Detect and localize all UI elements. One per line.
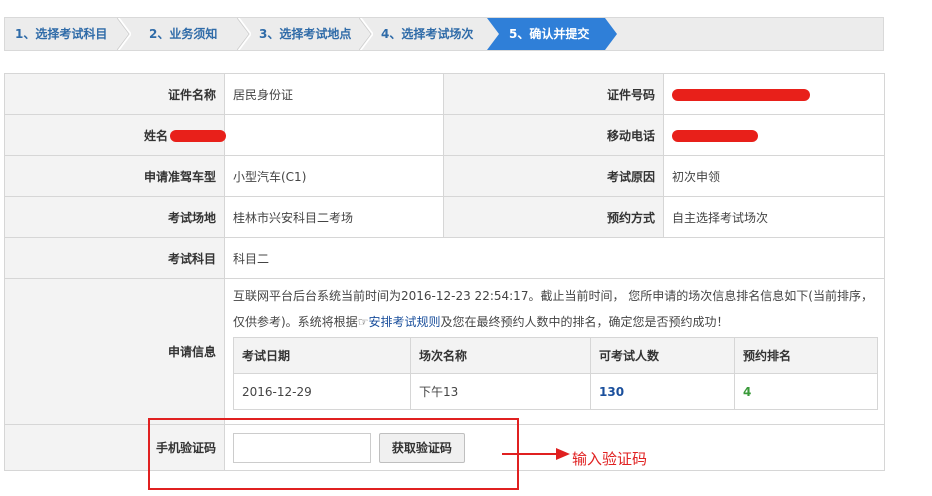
applicant-info-table: 证件名称 居民身份证 证件号码 姓名 移动电话 申请准驾车型 小型汽车(C1) … — [4, 73, 885, 471]
name-value — [224, 114, 444, 156]
step-2-label: 2、业务须知 — [149, 27, 218, 41]
column-header: 可考试人数 — [590, 337, 735, 374]
step-progress-bar: 1、选择考试科目 2、业务须知 3、选择考试地点 4、选择考试场次 5、确认并提… — [4, 17, 884, 51]
table-row: 2016-12-29 下午13 130 4 — [233, 373, 878, 410]
capacity-cell: 130 — [590, 373, 735, 410]
step-1-label: 1、选择考试科目 — [15, 27, 108, 41]
exam-subject-value: 科目二 — [224, 237, 885, 279]
step-3[interactable]: 3、选择考试地点 — [251, 18, 363, 50]
chevron-right-icon — [117, 18, 131, 50]
annotation-highlight-box — [148, 418, 519, 490]
exam-reason-label: 考试原因 — [443, 155, 664, 197]
license-type-label: 申请准驾车型 — [4, 155, 225, 197]
chevron-right-icon — [359, 18, 373, 50]
annotation-hint-text: 输入验证码 — [572, 450, 648, 468]
step-3-label: 3、选择考试地点 — [259, 27, 352, 41]
name-label-text: 姓名 — [143, 128, 168, 143]
column-header: 预约排名 — [734, 337, 878, 374]
exam-reason-value: 初次申领 — [663, 155, 885, 197]
session-name-cell: 下午13 — [410, 373, 591, 410]
step-1[interactable]: 1、选择考试科目 — [5, 18, 123, 50]
booking-method-value: 自主选择考试场次 — [663, 196, 885, 238]
exam-site-value: 桂林市兴安科目二考场 — [224, 196, 444, 238]
id-number-value — [663, 73, 885, 115]
exam-subject-label: 考试科目 — [4, 237, 225, 279]
chevron-right-icon — [605, 18, 617, 50]
step-5-active[interactable]: 5、确认并提交 — [487, 18, 605, 50]
rank-cell: 4 — [734, 373, 878, 410]
redaction-mark — [672, 88, 810, 101]
license-type-value: 小型汽车(C1) — [224, 155, 444, 197]
pointing-hand-icon: ☞ — [357, 315, 369, 329]
id-type-label: 证件名称 — [4, 73, 225, 115]
mobile-value — [663, 114, 885, 156]
notice-text-end: 及您在最终预约人数中的排名，确定您是否预约成功！ — [440, 315, 729, 329]
step-2[interactable]: 2、业务须知 — [131, 18, 243, 50]
redaction-mark — [170, 130, 226, 142]
chevron-right-icon — [237, 18, 251, 50]
schedule-header-row: 考试日期 场次名称 可考试人数 预约排名 — [233, 337, 878, 374]
step-4-label: 4、选择考试场次 — [381, 27, 474, 41]
id-type-value: 居民身份证 — [224, 73, 444, 115]
redaction-mark — [672, 129, 758, 142]
chevron-right-icon — [487, 18, 499, 50]
mobile-label: 移动电话 — [443, 114, 664, 156]
application-info-label: 申请信息 — [4, 278, 225, 425]
step-5-label: 5、确认并提交 — [509, 27, 590, 41]
step-4[interactable]: 4、选择考试场次 — [373, 18, 487, 50]
exam-site-label: 考试场地 — [4, 196, 225, 238]
arrow-right-icon — [502, 448, 570, 460]
column-header: 考试日期 — [233, 337, 411, 374]
schedule-table: 考试日期 场次名称 可考试人数 预约排名 2016-12-29 下午13 130… — [233, 337, 878, 410]
application-info-cell: 互联网平台后台系统当前时间为2016-12-23 22:54:17。截止当前时间… — [224, 278, 885, 425]
id-number-label: 证件号码 — [443, 73, 664, 115]
name-label: 姓名 — [4, 114, 226, 156]
exam-date-cell: 2016-12-29 — [233, 373, 411, 410]
ranking-notice: 互联网平台后台系统当前时间为2016-12-23 22:54:17。截止当前时间… — [233, 279, 884, 335]
booking-method-label: 预约方式 — [443, 196, 664, 238]
exam-rules-link[interactable]: 安排考试规则 — [368, 315, 440, 329]
column-header: 场次名称 — [410, 337, 591, 374]
